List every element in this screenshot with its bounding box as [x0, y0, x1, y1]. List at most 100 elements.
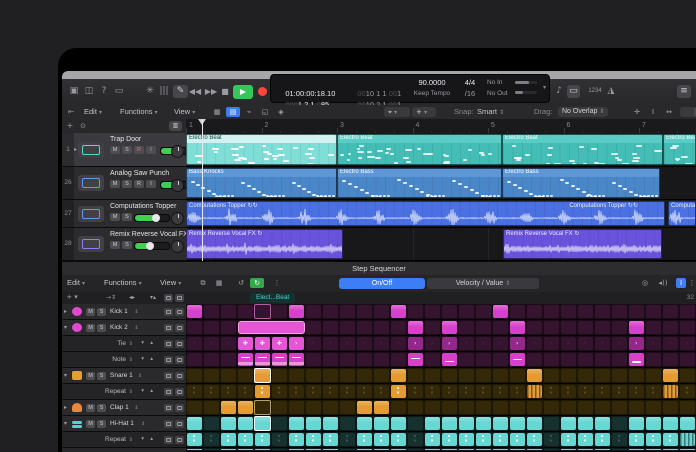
step-cell[interactable] [272, 401, 287, 414]
step-cell[interactable] [374, 353, 389, 366]
row-option-button-1[interactable] [164, 340, 173, 348]
step-cell[interactable] [561, 321, 576, 334]
step-cell[interactable] [323, 449, 338, 450]
playback-direction-icon[interactable]: →⇕ [104, 293, 118, 302]
play-button[interactable] [233, 85, 253, 99]
step-cell[interactable] [254, 416, 271, 431]
input-monitor-button[interactable]: I [146, 146, 156, 154]
step-cell[interactable] [272, 305, 287, 318]
step-cell[interactable] [238, 385, 253, 398]
flex-icon[interactable]: ◱ [258, 107, 272, 117]
toolbar-icon[interactable]: ▭ [113, 85, 125, 98]
step-cell[interactable] [646, 305, 661, 318]
step-cell[interactable] [425, 385, 440, 398]
target-icon[interactable]: ◎ [638, 278, 652, 288]
step-cell[interactable] [255, 449, 270, 450]
step-cell[interactable] [629, 353, 644, 366]
pan-knob[interactable] [171, 240, 184, 253]
region[interactable]: Electro Beat [186, 134, 337, 165]
live-record-icon[interactable]: ↻ [250, 278, 264, 288]
step-cell[interactable] [680, 417, 695, 430]
step-cell[interactable] [391, 353, 406, 366]
arrange-menu-edit[interactable]: Edit ▾ [84, 105, 102, 119]
step-cell[interactable] [391, 385, 406, 398]
step-cell[interactable]: › [340, 337, 355, 350]
step-cell[interactable] [459, 353, 474, 366]
step-cell[interactable] [646, 353, 661, 366]
track-lane[interactable]: Electro BeatElectro BeatElectro BeatElec… [186, 133, 696, 167]
step-cell[interactable] [289, 417, 304, 430]
step-cell[interactable] [629, 385, 644, 398]
metronome-icon[interactable]: ◮ [606, 85, 616, 98]
step-cell[interactable] [680, 353, 695, 366]
step-cell[interactable]: › [544, 337, 559, 350]
step-cell[interactable]: › [578, 337, 593, 350]
step-cell[interactable] [510, 353, 525, 366]
step-cell[interactable] [306, 305, 321, 318]
step-cell[interactable] [442, 369, 457, 382]
step-cell[interactable] [561, 417, 576, 430]
step-cell[interactable] [340, 401, 355, 414]
step-cell[interactable] [289, 385, 304, 398]
row-name-stepper-icon[interactable]: ⇕ [141, 421, 145, 427]
step-cell[interactable] [459, 385, 474, 398]
step-cell[interactable] [187, 417, 202, 430]
secondary-tool-button[interactable]: + ▾ [412, 107, 436, 117]
step-cell[interactable] [306, 449, 321, 450]
step-cell[interactable] [493, 305, 508, 318]
step-cell[interactable] [680, 385, 695, 398]
step-cell[interactable] [374, 369, 389, 382]
step-cell[interactable] [544, 385, 559, 398]
step-cell[interactable] [306, 433, 321, 446]
step-cell[interactable] [221, 385, 236, 398]
step-cell[interactable] [357, 385, 372, 398]
step-cell[interactable] [595, 449, 610, 450]
step-cell[interactable] [391, 369, 406, 382]
step-cell[interactable] [442, 449, 457, 450]
smart-controls-icon[interactable]: ✳ [144, 85, 156, 98]
step-cell[interactable] [408, 353, 423, 366]
step-cell[interactable] [527, 321, 542, 334]
step-cell[interactable] [408, 385, 423, 398]
row-disclosure-icon[interactable]: ▸ [64, 404, 67, 411]
step-cell[interactable] [289, 369, 304, 382]
row-name-stepper-icon[interactable]: ⇕ [134, 325, 138, 331]
step-cell[interactable] [476, 433, 491, 446]
step-cell[interactable] [527, 401, 542, 414]
step-cell[interactable] [323, 305, 338, 318]
row-option-button-2[interactable] [175, 404, 184, 412]
step-cell[interactable] [306, 401, 321, 414]
track-lane[interactable]: Bass KnocksElectro BassElectro Bass [186, 167, 696, 200]
region[interactable]: Electro Beat [663, 134, 696, 165]
seq-menu-functions[interactable]: Functions ▾ [104, 276, 142, 290]
step-cell[interactable]: › [663, 337, 678, 350]
step-cell[interactable] [255, 385, 270, 398]
step-cell[interactable] [595, 417, 610, 430]
step-cell[interactable] [221, 449, 236, 450]
step-cell[interactable] [272, 433, 287, 446]
row-option-button-2[interactable] [175, 340, 184, 348]
automation-icon[interactable]: ⌁ [242, 107, 256, 117]
step-cell[interactable] [238, 433, 253, 446]
step-cell[interactable] [323, 385, 338, 398]
add-row-button[interactable]: + ▾ [65, 293, 79, 302]
step-cell[interactable] [204, 369, 219, 382]
tied-note-bar[interactable] [238, 321, 305, 334]
step-cell[interactable] [272, 449, 287, 450]
step-cell[interactable] [306, 353, 321, 366]
input-monitor-button[interactable]: I [146, 180, 156, 188]
mode-onoff-button[interactable]: On/Off [339, 278, 425, 289]
row-option-button-2[interactable] [175, 356, 184, 364]
step-cell[interactable] [646, 417, 661, 430]
step-cell[interactable] [476, 321, 491, 334]
step-cell[interactable] [408, 433, 423, 446]
tuner-icon[interactable]: ♪ [554, 85, 564, 98]
step-cell[interactable]: › [595, 337, 610, 350]
step-cell[interactable] [323, 369, 338, 382]
bar-ruler[interactable]: 1234567 [186, 119, 696, 134]
row-option-button-1[interactable] [164, 404, 173, 412]
step-cell[interactable] [204, 449, 219, 450]
step-cell[interactable] [476, 449, 491, 450]
stop-icon[interactable]: ■ [220, 85, 230, 98]
step-cell[interactable]: › [306, 337, 321, 350]
